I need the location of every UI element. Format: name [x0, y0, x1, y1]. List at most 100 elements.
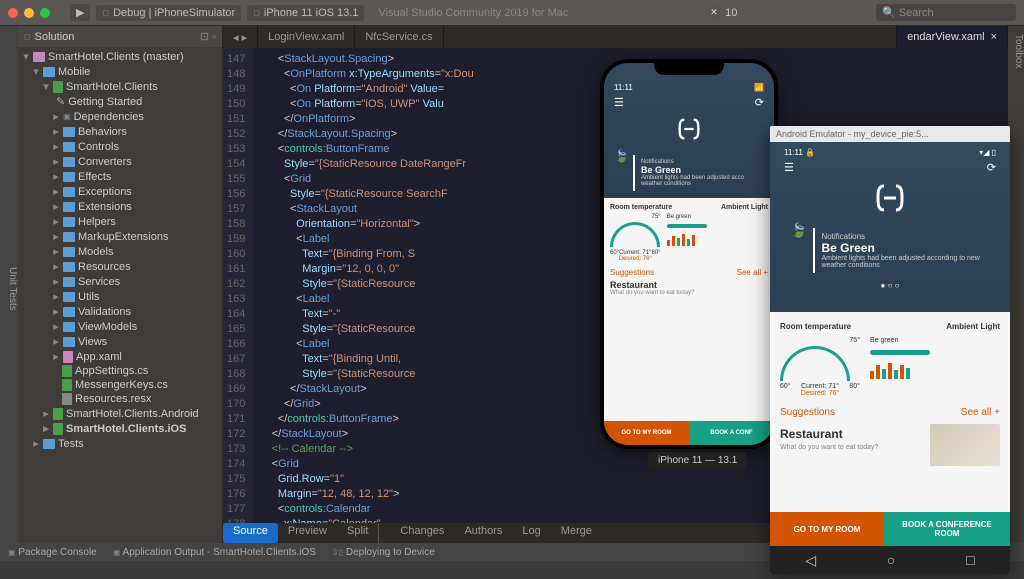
error-icon[interactable]: ✕ [707, 6, 721, 20]
folder-item[interactable]: ▸Utils [18, 289, 222, 304]
ide-name: Visual Studio Community 2019 for Mac [378, 7, 568, 19]
android-emulator: Android Emulator - my_device_pie:5... 11… [770, 126, 1010, 574]
search-placeholder: Search [899, 7, 934, 19]
folder-label: Services [78, 276, 120, 288]
deploy-status[interactable]: ⇩▯ Deploying to Device [332, 547, 435, 558]
nfc-icon[interactable]: ⟳ [755, 96, 764, 109]
temp-gauge[interactable] [610, 222, 660, 248]
seeall-link[interactable]: See all + [961, 407, 1000, 418]
signal-icon: 📶 [754, 83, 764, 92]
folder-item[interactable]: ▸Behaviors [18, 124, 222, 139]
file-item[interactable]: MessengerKeys.cs [18, 378, 222, 392]
book-conf-button[interactable]: BOOK A CONFERENCE ROOM [884, 512, 1010, 546]
tab-merge[interactable]: Merge [551, 523, 602, 543]
folder-icon [63, 277, 75, 287]
solution-root[interactable]: ▾SmartHotel.Clients (master) [18, 49, 222, 64]
notif-body: Ambient lights had been adjusted acco we… [641, 175, 758, 187]
solution-title: Solution [35, 31, 75, 43]
folder-label: Utils [78, 291, 99, 303]
room-temp-label: Room temperature [610, 204, 672, 211]
project-clients[interactable]: ▾SmartHotel.Clients [18, 79, 222, 94]
folder-mobile[interactable]: ▾Mobile [18, 64, 222, 79]
tab-preview[interactable]: Preview [278, 523, 337, 543]
restaurant-image [930, 424, 1000, 466]
file-item[interactable]: ▸App.xaml [18, 349, 222, 364]
folder-item[interactable]: ▸Effects [18, 169, 222, 184]
device-label: iPhone 11 iOS 13.1 [264, 7, 359, 19]
folder-item[interactable]: ▸ViewModels [18, 319, 222, 334]
folder-item[interactable]: ▸Converters [18, 154, 222, 169]
back-button[interactable]: ◁ [805, 552, 816, 569]
folder-item[interactable]: ▸Extensions [18, 199, 222, 214]
getting-started[interactable]: ✎Getting Started [18, 94, 222, 109]
nfc-icon[interactable]: ⟳ [987, 161, 996, 174]
file-item[interactable]: Resources.resx [18, 392, 222, 406]
wand-icon: ✎ [56, 95, 65, 108]
pin-icon[interactable]: ⊡ ▫ [200, 30, 216, 43]
folder-item[interactable]: ▸Services [18, 274, 222, 289]
folder-item[interactable]: ▸Views [18, 334, 222, 349]
book-conf-button[interactable]: BOOK A CONF [689, 421, 774, 445]
search-input[interactable]: 🔍 Search [876, 4, 1016, 21]
tab-source[interactable]: Source [223, 523, 278, 543]
slider[interactable] [870, 350, 930, 355]
folder-item[interactable]: ▸Models [18, 244, 222, 259]
folder-item[interactable]: ▸Controls [18, 139, 222, 154]
folder-label: Exceptions [78, 186, 132, 198]
device-dropdown[interactable]: ◻iPhone 11 iOS 13.1 [247, 5, 364, 21]
zoom-dot[interactable] [40, 8, 50, 18]
folder-item[interactable]: ▸Validations [18, 304, 222, 319]
menu-icon[interactable]: ☰ [614, 96, 624, 109]
solution-explorer: ◻Solution⊡ ▫ ▾SmartHotel.Clients (master… [18, 26, 223, 543]
run-button[interactable]: ▶ [70, 4, 90, 21]
folder-item[interactable]: ▸Resources [18, 259, 222, 274]
leaf-icon: 🍃 [614, 149, 629, 191]
project-ios[interactable]: ▸SmartHotel.Clients.iOS [18, 421, 222, 436]
config-dropdown[interactable]: ◻Debug | iPhoneSimulator [96, 5, 241, 21]
temp-gauge[interactable] [780, 346, 850, 381]
close-icon[interactable]: × [991, 31, 997, 43]
folder-item[interactable]: ▸Helpers [18, 214, 222, 229]
suggestions-label: Suggestions [610, 268, 654, 277]
seeall-link[interactable]: See all + [737, 268, 768, 277]
project-label: SmartHotel.Clients.iOS [66, 423, 186, 435]
carousel-dots[interactable]: ● ○ ○ [780, 281, 1000, 290]
bar-chart [667, 232, 707, 246]
close-dot[interactable] [8, 8, 18, 18]
folder-item[interactable]: ▸Exceptions [18, 184, 222, 199]
gauge-tick: 60° [780, 383, 791, 390]
folder-tests[interactable]: ▸Tests [18, 436, 222, 451]
package-console[interactable]: ▣ Package Console [8, 547, 97, 558]
history-button[interactable]: ◂ ▸ [223, 26, 258, 48]
notification-card[interactable]: Notifications Be Green Ambient lights ha… [633, 155, 764, 191]
goto-room-button[interactable]: GO TO MY ROOM [604, 421, 689, 445]
minimize-dot[interactable] [24, 8, 34, 18]
folder-label: Extensions [78, 201, 132, 213]
tab-changes[interactable]: Changes [390, 523, 454, 543]
notification-card[interactable]: Notifications Be Green Ambient lights ha… [813, 228, 990, 273]
folder-label: Behaviors [78, 126, 127, 138]
left-gutter[interactable]: Unit Tests [0, 26, 18, 543]
goto-room-button[interactable]: GO TO MY ROOM [770, 512, 884, 546]
folder-icon [63, 307, 75, 317]
recent-button[interactable]: □ [966, 552, 974, 568]
tab-nfc[interactable]: NfcService.cs [355, 26, 443, 48]
tab-login[interactable]: LoginView.xaml [258, 26, 355, 48]
app-output[interactable]: ▣ Application Output - SmartHotel.Client… [113, 547, 316, 558]
tab-log[interactable]: Log [512, 523, 550, 543]
home-button[interactable]: ○ [887, 552, 895, 568]
right-gutter[interactable]: Toolbox [1008, 26, 1024, 543]
file-item[interactable]: AppSettings.cs [18, 364, 222, 378]
tab-calendar[interactable]: endarView.xaml× [897, 26, 1008, 48]
room-temp-label: Room temperature [780, 322, 851, 331]
tab-authors[interactable]: Authors [454, 523, 512, 543]
deps-icon: ▣ [63, 112, 71, 121]
folder-label: Models [78, 246, 113, 258]
folder-item[interactable]: ▸MarkupExtensions [18, 229, 222, 244]
folder-label: Tests [58, 438, 84, 450]
project-android[interactable]: ▸SmartHotel.Clients.Android [18, 406, 222, 421]
menu-icon[interactable]: ☰ [784, 161, 794, 174]
slider[interactable] [667, 224, 707, 228]
dependencies[interactable]: ▸▣Dependencies [18, 109, 222, 124]
tab-split[interactable]: Split [337, 523, 378, 543]
